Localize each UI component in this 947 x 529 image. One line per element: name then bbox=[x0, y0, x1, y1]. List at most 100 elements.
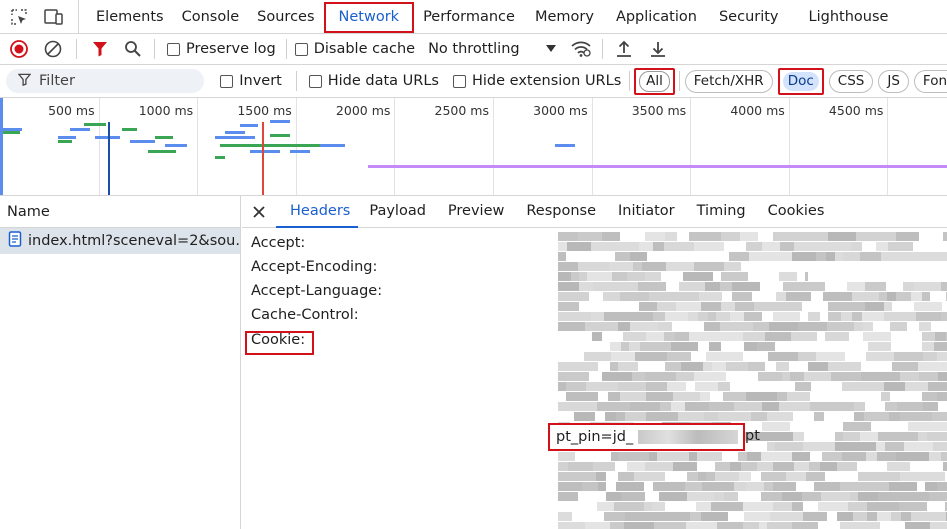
tab-application[interactable]: Application bbox=[605, 0, 708, 34]
redacted-pixel-block bbox=[603, 292, 620, 301]
redacted-pixel-block bbox=[578, 262, 609, 271]
redacted-pixel-block bbox=[884, 312, 916, 321]
redacted-pixel-block bbox=[866, 452, 877, 461]
redacted-pixel-block bbox=[943, 232, 947, 241]
tab-initiator[interactable]: Initiator bbox=[607, 196, 686, 228]
tab-performance[interactable]: Performance bbox=[414, 0, 524, 34]
redacted-pixel-block bbox=[827, 322, 854, 331]
redacted-pixel-block bbox=[700, 332, 713, 341]
checkbox-box[interactable] bbox=[294, 42, 308, 56]
checkbox-box[interactable] bbox=[452, 74, 466, 88]
throttling-select[interactable]: No throttling bbox=[428, 41, 556, 57]
redacted-pixel-block bbox=[937, 352, 947, 361]
redacted-pixel-block bbox=[889, 482, 917, 491]
redacted-pixel-block bbox=[597, 402, 630, 411]
redacted-pixel-block bbox=[837, 462, 857, 471]
cookie-pt-pin-highlight: pt_pin=jd_ bbox=[548, 423, 745, 451]
redacted-pixel-block bbox=[779, 272, 797, 281]
tab-response[interactable]: Response bbox=[515, 196, 607, 228]
redacted-pixel-block bbox=[658, 322, 672, 331]
tab-sources[interactable]: Sources bbox=[248, 0, 323, 34]
redacted-pixel-block bbox=[744, 312, 762, 321]
tab-console[interactable]: Console bbox=[173, 0, 249, 34]
redacted-pixel-block bbox=[865, 282, 886, 291]
redacted-pixel-block bbox=[858, 492, 878, 501]
redacted-pixel-block bbox=[786, 292, 811, 301]
hide-data-urls-checkbox[interactable]: Hide data URLs bbox=[308, 73, 439, 89]
search-icon[interactable] bbox=[122, 38, 144, 60]
redacted-pixel-block bbox=[932, 412, 947, 421]
tab-headers[interactable]: Headers bbox=[276, 196, 359, 228]
redacted-pixel-block bbox=[558, 452, 575, 461]
type-filter-js[interactable]: JS bbox=[878, 69, 909, 93]
timeline-gridline bbox=[394, 98, 396, 195]
redacted-pixel-block bbox=[795, 382, 811, 391]
timeline-overview[interactable]: 500 ms 1000 ms 1500 ms 2000 ms 2500 ms 3000 m… bbox=[0, 98, 947, 196]
preserve-log-checkbox[interactable]: Preserve log bbox=[167, 41, 276, 57]
redacted-pixel-block bbox=[923, 402, 938, 411]
checkbox-box[interactable] bbox=[220, 74, 234, 88]
redacted-pixel-block bbox=[854, 322, 863, 331]
toolbar-divider bbox=[601, 39, 603, 59]
redacted-pixel-block bbox=[928, 382, 947, 391]
redacted-pixel-block bbox=[653, 312, 665, 321]
tab-cookies[interactable]: Cookies bbox=[757, 196, 836, 228]
redacted-pixel-block bbox=[877, 512, 891, 521]
export-har-icon[interactable] bbox=[647, 38, 669, 60]
tab-elements[interactable]: Elements bbox=[87, 0, 173, 34]
tab-memory[interactable]: Memory bbox=[524, 0, 605, 34]
close-icon[interactable] bbox=[242, 205, 276, 219]
table-row[interactable]: index.html?sceneval=2&sou... bbox=[0, 228, 240, 254]
disable-cache-checkbox[interactable]: Disable cache bbox=[294, 41, 416, 57]
redacted-pixel-block bbox=[914, 282, 941, 291]
device-toolbar-icon[interactable] bbox=[43, 7, 65, 27]
redacted-pixel-block bbox=[667, 382, 686, 391]
redacted-pixel-block bbox=[618, 362, 638, 371]
import-har-icon[interactable] bbox=[613, 38, 635, 60]
redacted-pixel-block bbox=[818, 502, 848, 511]
redacted-pixel-block bbox=[779, 402, 810, 411]
redacted-pixel-block bbox=[718, 382, 730, 391]
filter-funnel-icon[interactable] bbox=[89, 38, 111, 60]
timeline-selection-edge[interactable] bbox=[0, 98, 3, 195]
redacted-pixel-block bbox=[861, 372, 871, 381]
column-header-name[interactable]: Name bbox=[0, 196, 240, 228]
redacted-pixel-block bbox=[773, 232, 806, 241]
redacted-pixel-block bbox=[645, 372, 676, 381]
inspect-element-icon[interactable] bbox=[9, 7, 29, 27]
redacted-pixel-block bbox=[630, 252, 647, 261]
type-filter-all[interactable]: All bbox=[634, 67, 675, 95]
tab-preview[interactable]: Preview bbox=[437, 196, 515, 228]
redacted-pixel-block bbox=[715, 472, 739, 481]
type-filter-font[interactable]: Fon bbox=[913, 69, 947, 93]
type-filter-doc[interactable]: Doc bbox=[777, 67, 824, 95]
timeline-tick-label: 3500 ms bbox=[631, 103, 687, 118]
timeline-request-bar bbox=[215, 156, 225, 159]
disable-cache-label: Disable cache bbox=[313, 41, 416, 57]
timeline-request-bar bbox=[122, 128, 137, 131]
redacted-pixel-block bbox=[803, 512, 827, 521]
redacted-pixel-block bbox=[798, 352, 816, 361]
timeline-request-bar bbox=[250, 150, 280, 153]
clear-icon[interactable] bbox=[42, 38, 64, 60]
tab-network[interactable]: Network bbox=[323, 1, 415, 33]
redacted-pixel-block bbox=[657, 452, 689, 461]
tab-lighthouse[interactable]: Lighthouse bbox=[800, 0, 898, 34]
redacted-pixel-block bbox=[610, 342, 621, 351]
checkbox-box[interactable] bbox=[308, 74, 322, 88]
redacted-pixel-block bbox=[773, 502, 792, 511]
redacted-pixel-block bbox=[850, 492, 858, 501]
invert-checkbox[interactable]: Invert bbox=[220, 73, 282, 89]
tab-security[interactable]: Security bbox=[708, 0, 800, 34]
checkbox-box[interactable] bbox=[167, 42, 180, 56]
tab-payload[interactable]: Payload bbox=[358, 196, 437, 228]
redacted-pixel-block bbox=[871, 372, 900, 381]
hide-extension-urls-checkbox[interactable]: Hide extension URLs bbox=[452, 73, 621, 89]
filter-input[interactable]: Filter bbox=[6, 69, 205, 93]
network-conditions-icon[interactable] bbox=[570, 38, 592, 60]
tab-timing[interactable]: Timing bbox=[686, 196, 757, 228]
redacted-pixel-block bbox=[633, 262, 642, 271]
type-filter-fetch-xhr[interactable]: Fetch/XHR bbox=[684, 69, 773, 93]
record-icon[interactable] bbox=[8, 38, 30, 60]
type-filter-css[interactable]: CSS bbox=[828, 69, 874, 93]
